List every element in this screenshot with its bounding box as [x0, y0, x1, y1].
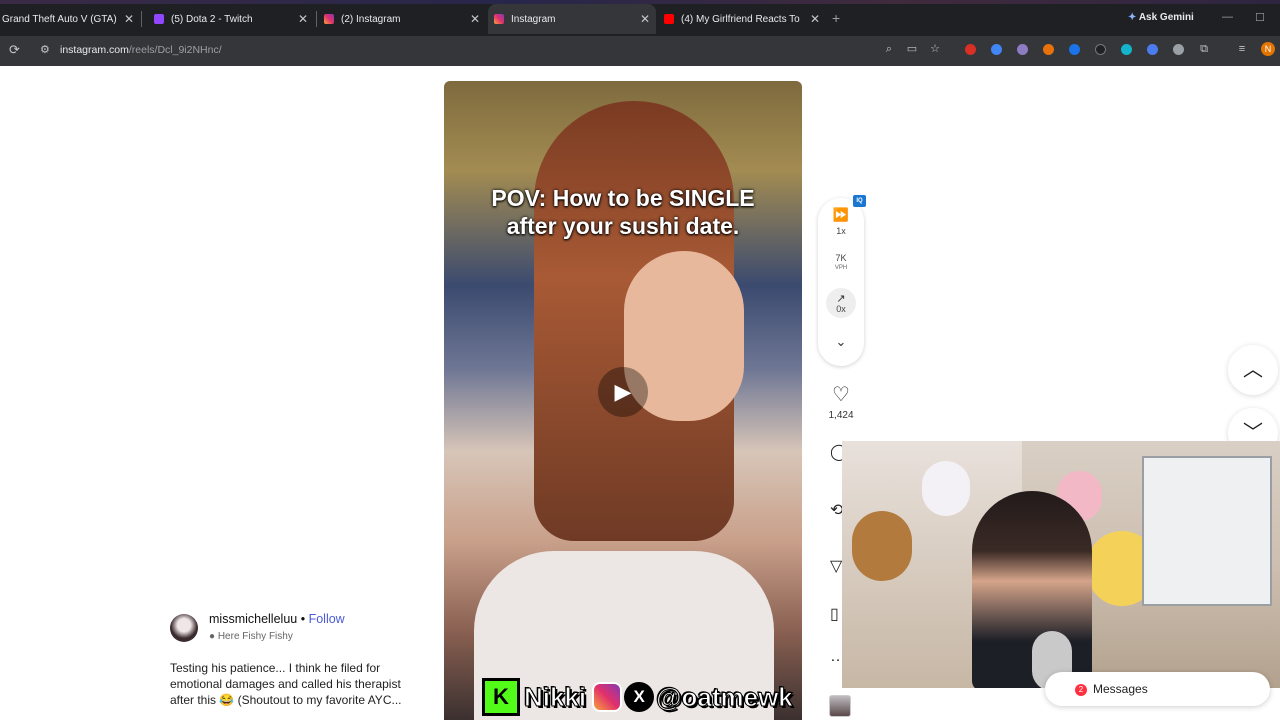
close-tab-icon[interactable]: ✕	[640, 12, 650, 26]
tab-gta-stream[interactable]: Grand Theft Auto V (GTA) Strea ✕	[0, 4, 140, 34]
reel-caption-line-1: POV: How to be SINGLE	[491, 185, 755, 211]
extension-game-icon[interactable]	[1017, 44, 1028, 55]
previous-reel-button[interactable]: ︿	[1228, 345, 1278, 395]
tab-title: Grand Theft Auto V (GTA) Strea	[2, 13, 120, 25]
browser-tab-bar: Grand Theft Auto V (GTA) Strea ✕ (5) Dot…	[0, 0, 1280, 36]
new-tab-button[interactable]: +	[832, 10, 840, 26]
extension-shield-icon[interactable]	[1069, 44, 1080, 55]
close-tab-icon[interactable]: ✕	[470, 12, 480, 26]
tab-instagram-2[interactable]: (2) Instagram ✕	[318, 4, 486, 34]
location-pin-icon: ●	[209, 631, 216, 642]
chevron-down-icon[interactable]: ⌄	[818, 334, 864, 350]
streamer-handle-overlay: K Nikki X @oatmewk	[482, 677, 793, 717]
tab-title: (4) My Girlfriend Reacts To The	[681, 13, 801, 25]
reload-icon[interactable]: ⟳	[9, 42, 20, 58]
cast-icon[interactable]: ▭	[905, 42, 919, 56]
save-icon[interactable]: ▯	[830, 604, 839, 624]
follow-button[interactable]: Follow	[309, 612, 345, 626]
reel-caption-line-2: after your sushi date.	[506, 213, 740, 239]
maximize-button[interactable]: ☐	[1255, 11, 1265, 24]
webcam-plush-white	[922, 461, 970, 516]
author-avatar[interactable]	[170, 614, 198, 642]
zoom-icon[interactable]: ⌕	[882, 42, 896, 56]
tab-title: (5) Dota 2 - Twitch	[171, 13, 253, 25]
close-tab-icon[interactable]: ✕	[124, 12, 134, 26]
tab-dota-twitch[interactable]: (5) Dota 2 - Twitch ✕	[148, 4, 314, 34]
url-path: /reels/Dcl_9i2NHnc/	[128, 44, 222, 56]
like-count: 1,424	[828, 410, 854, 421]
twitch-icon	[154, 14, 164, 24]
author-location[interactable]: ● Here Fishy Fishy	[209, 631, 293, 642]
vph-label: VPH	[834, 265, 848, 271]
author-username[interactable]: missmichelleluu	[209, 612, 297, 626]
author-line: missmichelleluu • Follow	[209, 612, 345, 626]
streamer-name: Nikki	[523, 681, 587, 712]
bookmark-star-icon[interactable]: ☆	[928, 42, 942, 56]
extension-badge: IQ	[853, 195, 866, 207]
streamer-handle: @oatmewk	[656, 681, 794, 712]
extension-orange-icon[interactable]	[1043, 44, 1054, 55]
location-label: Here Fishy Fishy	[217, 631, 293, 642]
tab-title: (2) Instagram	[341, 13, 401, 25]
ask-gemini-label: Ask Gemini	[1138, 12, 1194, 23]
extension-privacy-icon[interactable]	[1173, 44, 1184, 55]
extension-red-icon[interactable]	[965, 44, 976, 55]
gemini-sparkle-icon: ✦	[1128, 12, 1137, 23]
reading-list-icon[interactable]: ≡	[1235, 42, 1249, 56]
instagram-logo-icon	[592, 682, 623, 712]
x-logo-icon: X	[624, 682, 655, 712]
messages-badge: 2	[1075, 684, 1087, 696]
extensions-puzzle-icon[interactable]: ⧉	[1197, 42, 1211, 56]
reel-video[interactable]: POV: How to be SINGLE after your sushi d…	[444, 81, 802, 720]
views-per-hour: 7K	[835, 253, 847, 263]
kick-logo-icon: K	[482, 678, 520, 716]
messages-popup[interactable]: 2 Messages	[1045, 672, 1270, 706]
ask-gemini-button[interactable]: ✦ Ask Gemini	[1128, 12, 1194, 23]
streamer-webcam	[842, 441, 1280, 688]
author-separator: •	[300, 612, 306, 626]
play-button-icon[interactable]: ▶	[598, 367, 648, 417]
youtube-icon	[664, 14, 674, 24]
reel-extension-panel: IQ ⏩ 1x 7K VPH ↗ 0x ⌄	[818, 195, 866, 366]
extension-audio-icon[interactable]	[991, 44, 1002, 55]
site-info-icon[interactable]: ⚙	[40, 43, 50, 56]
fast-forward-icon[interactable]: ⏩	[818, 207, 864, 223]
extension-k-icon[interactable]	[1095, 44, 1106, 55]
reel-description: Testing his patience... I think he filed…	[170, 661, 402, 707]
trend-value: 0x	[836, 304, 846, 314]
tab-separator	[141, 11, 142, 27]
webcam-window	[1142, 456, 1272, 606]
tab-title: Instagram	[511, 13, 556, 25]
tab-separator	[316, 11, 317, 27]
reel-caption: POV: How to be SINGLE after your sushi d…	[444, 184, 802, 240]
extension-blue-icon[interactable]	[1147, 44, 1158, 55]
messages-label: Messages	[1093, 682, 1148, 696]
tab-youtube[interactable]: (4) My Girlfriend Reacts To The ✕	[658, 4, 826, 34]
webcam-plush-bear	[852, 511, 912, 581]
url-host: instagram.com	[60, 44, 129, 56]
playback-speed[interactable]: 1x	[818, 226, 864, 236]
extension-translate-icon[interactable]	[1121, 44, 1132, 55]
send-icon[interactable]: ▽	[830, 556, 842, 576]
audio-thumbnail[interactable]	[829, 695, 851, 717]
profile-avatar[interactable]: N	[1261, 42, 1275, 56]
instagram-icon	[494, 14, 504, 24]
address-bar: ⟳ ⚙ instagram.com/reels/Dcl_9i2NHnc/ ⌕ ▭…	[0, 36, 1280, 66]
url-field[interactable]: instagram.com/reels/Dcl_9i2NHnc/	[60, 44, 222, 56]
like-heart-icon[interactable]: ♡	[826, 382, 856, 407]
minimize-button[interactable]: —	[1222, 11, 1233, 23]
close-tab-icon[interactable]: ✕	[810, 12, 820, 26]
close-tab-icon[interactable]: ✕	[298, 12, 308, 26]
tab-instagram-active[interactable]: Instagram ✕	[488, 4, 656, 34]
instagram-icon	[324, 14, 334, 24]
